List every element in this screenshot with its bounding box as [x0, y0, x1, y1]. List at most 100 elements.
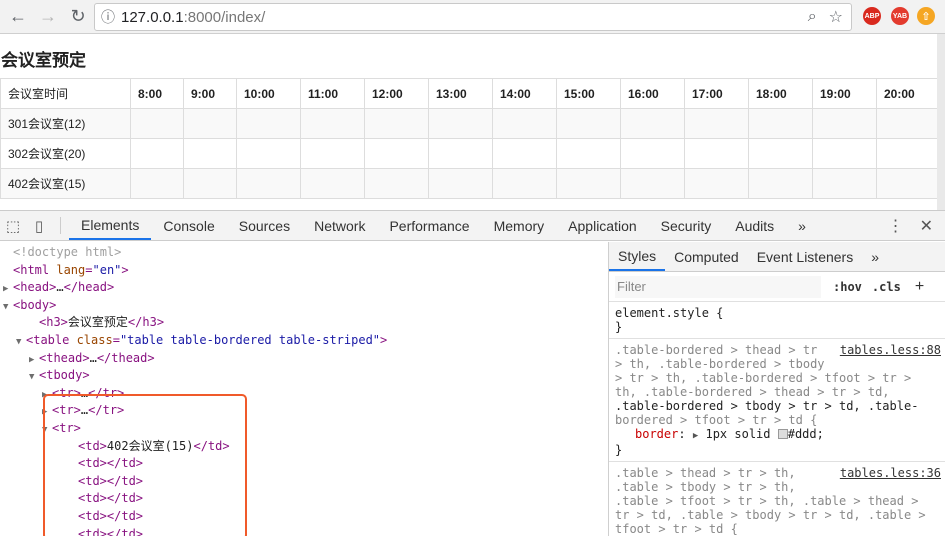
- css-rule-table-bordered[interactable]: tables.less:88 .table-bordered > thead >…: [609, 339, 945, 462]
- tab-network[interactable]: Network: [302, 211, 377, 240]
- rule-source-link[interactable]: tables.less:88: [840, 343, 941, 357]
- hover-state-toggle[interactable]: :hov: [833, 280, 862, 294]
- new-rule-icon[interactable]: +: [915, 278, 924, 296]
- styles-filter-row: Filter :hov .cls +: [609, 272, 945, 302]
- page-content: 会议室预定 会议室时间 8:009:0010:0011:0012:0013:00…: [0, 34, 945, 210]
- booking-slot-cell[interactable]: [131, 109, 184, 139]
- element-style-rule[interactable]: element.style { }: [609, 302, 945, 339]
- booking-slot-cell[interactable]: [131, 169, 184, 199]
- yab-extension-icon[interactable]: YAB: [891, 7, 909, 25]
- booking-slot-cell[interactable]: [813, 169, 877, 199]
- rule-selector-line: bordered > tfoot > tr > td {: [615, 413, 939, 427]
- booking-slot-cell[interactable]: [184, 139, 237, 169]
- tab-security[interactable]: Security: [649, 211, 724, 240]
- booking-slot-cell[interactable]: [621, 109, 685, 139]
- dom-node-line[interactable]: ▶<thead>…</thead>: [0, 350, 608, 368]
- rule-selector-line: > th, .table-bordered > tbody: [615, 357, 939, 371]
- more-tabs-icon[interactable]: »: [786, 211, 818, 240]
- table-row: 302会议室(20): [1, 139, 945, 169]
- sidebar-tab-styles[interactable]: Styles: [609, 242, 665, 271]
- css-declaration[interactable]: border: ▶ 1px solid #ddd;: [615, 427, 939, 443]
- booking-slot-cell[interactable]: [813, 109, 877, 139]
- booking-slot-cell[interactable]: [749, 109, 813, 139]
- update-extension-icon[interactable]: ⇧: [917, 7, 935, 25]
- reload-icon[interactable]: ↻: [66, 5, 90, 29]
- dom-node-line[interactable]: ▼<body>: [0, 297, 608, 315]
- tab-console[interactable]: Console: [151, 211, 226, 240]
- booking-slot-cell[interactable]: [557, 109, 621, 139]
- tab-memory[interactable]: Memory: [482, 211, 557, 240]
- booking-slot-cell[interactable]: [429, 169, 493, 199]
- sidebar-tab-event-listeners[interactable]: Event Listeners: [748, 242, 863, 271]
- booking-slot-cell[interactable]: [877, 109, 945, 139]
- booking-slot-cell[interactable]: [301, 169, 365, 199]
- rule-selector-line: > tr > th, .table-bordered > tfoot > tr …: [615, 371, 939, 385]
- device-toolbar-icon[interactable]: ▯: [26, 211, 52, 240]
- header-hour: 11:00: [301, 79, 365, 109]
- booking-slot-cell[interactable]: [493, 169, 557, 199]
- tab-performance[interactable]: Performance: [377, 211, 481, 240]
- booking-slot-cell[interactable]: [493, 139, 557, 169]
- bookmark-star-icon[interactable]: ☆: [829, 7, 843, 27]
- booking-slot-cell[interactable]: [365, 139, 429, 169]
- tab-application[interactable]: Application: [556, 211, 649, 240]
- booking-slot-cell[interactable]: [365, 169, 429, 199]
- highlight-annotation-box: [43, 394, 247, 536]
- booking-slot-cell[interactable]: [685, 109, 749, 139]
- kebab-menu-icon[interactable]: ⋮: [888, 216, 904, 236]
- address-bar[interactable]: ⓘ 127.0.0.1:8000/index/ ⌕ ☆: [94, 3, 852, 31]
- rule-selector-line: th, .table-bordered > thead > tr > td,: [615, 385, 939, 399]
- booking-slot-cell[interactable]: [429, 109, 493, 139]
- zoom-icon[interactable]: ⌕: [808, 8, 817, 26]
- booking-slot-cell[interactable]: [365, 109, 429, 139]
- dom-node-line[interactable]: ▶<head>…</head>: [0, 279, 608, 297]
- booking-slot-cell[interactable]: [301, 139, 365, 169]
- dom-node-line[interactable]: <!doctype html>: [0, 244, 608, 262]
- header-hour: 14:00: [493, 79, 557, 109]
- booking-slot-cell[interactable]: [557, 139, 621, 169]
- info-icon[interactable]: ⓘ: [95, 7, 121, 27]
- booking-slot-cell[interactable]: [557, 169, 621, 199]
- forward-icon[interactable]: →: [36, 5, 60, 29]
- booking-slot-cell[interactable]: [685, 169, 749, 199]
- tab-sources[interactable]: Sources: [227, 211, 302, 240]
- styles-filter-input[interactable]: Filter: [615, 276, 821, 298]
- rule-source-link[interactable]: tables.less:36: [840, 466, 941, 480]
- inspect-element-icon[interactable]: ⬚: [0, 211, 26, 240]
- booking-slot-cell[interactable]: [301, 109, 365, 139]
- dom-node-line[interactable]: <html lang="en">: [0, 262, 608, 280]
- booking-slot-cell[interactable]: [749, 139, 813, 169]
- booking-slot-cell[interactable]: [131, 139, 184, 169]
- header-hour: 10:00: [237, 79, 301, 109]
- sidebar-tab-computed[interactable]: Computed: [665, 242, 748, 271]
- booking-slot-cell[interactable]: [237, 109, 301, 139]
- dom-node-line[interactable]: ▼<tbody>: [0, 367, 608, 385]
- booking-slot-cell[interactable]: [429, 139, 493, 169]
- more-sidebar-tabs-icon[interactable]: »: [862, 242, 888, 271]
- booking-slot-cell[interactable]: [184, 109, 237, 139]
- dom-node-line[interactable]: <h3>会议室预定</h3>: [0, 314, 608, 332]
- header-hour: 19:00: [813, 79, 877, 109]
- table-header-row: 会议室时间 8:009:0010:0011:0012:0013:0014:001…: [1, 79, 945, 109]
- booking-slot-cell[interactable]: [749, 169, 813, 199]
- booking-slot-cell[interactable]: [877, 139, 945, 169]
- dom-node-line[interactable]: ▼<table class="table table-bordered tabl…: [0, 332, 608, 350]
- booking-slot-cell[interactable]: [685, 139, 749, 169]
- booking-slot-cell[interactable]: [813, 139, 877, 169]
- adblock-extension-icon[interactable]: ABP: [863, 7, 881, 25]
- booking-slot-cell[interactable]: [493, 109, 557, 139]
- elements-tree[interactable]: <!doctype html><html lang="en">▶<head>…<…: [0, 242, 608, 536]
- booking-slot-cell[interactable]: [184, 169, 237, 199]
- close-devtools-icon[interactable]: ✕: [920, 216, 933, 236]
- booking-slot-cell[interactable]: [621, 169, 685, 199]
- toolbar-divider: [60, 217, 61, 234]
- class-toggle[interactable]: .cls: [872, 280, 901, 294]
- booking-slot-cell[interactable]: [237, 169, 301, 199]
- back-icon[interactable]: ←: [6, 5, 30, 29]
- booking-slot-cell[interactable]: [237, 139, 301, 169]
- tab-audits[interactable]: Audits: [723, 211, 786, 240]
- css-rule-table[interactable]: tables.less:36 .table > thead > tr > th,…: [609, 462, 945, 536]
- booking-slot-cell[interactable]: [877, 169, 945, 199]
- tab-elements[interactable]: Elements: [69, 211, 151, 240]
- booking-slot-cell[interactable]: [621, 139, 685, 169]
